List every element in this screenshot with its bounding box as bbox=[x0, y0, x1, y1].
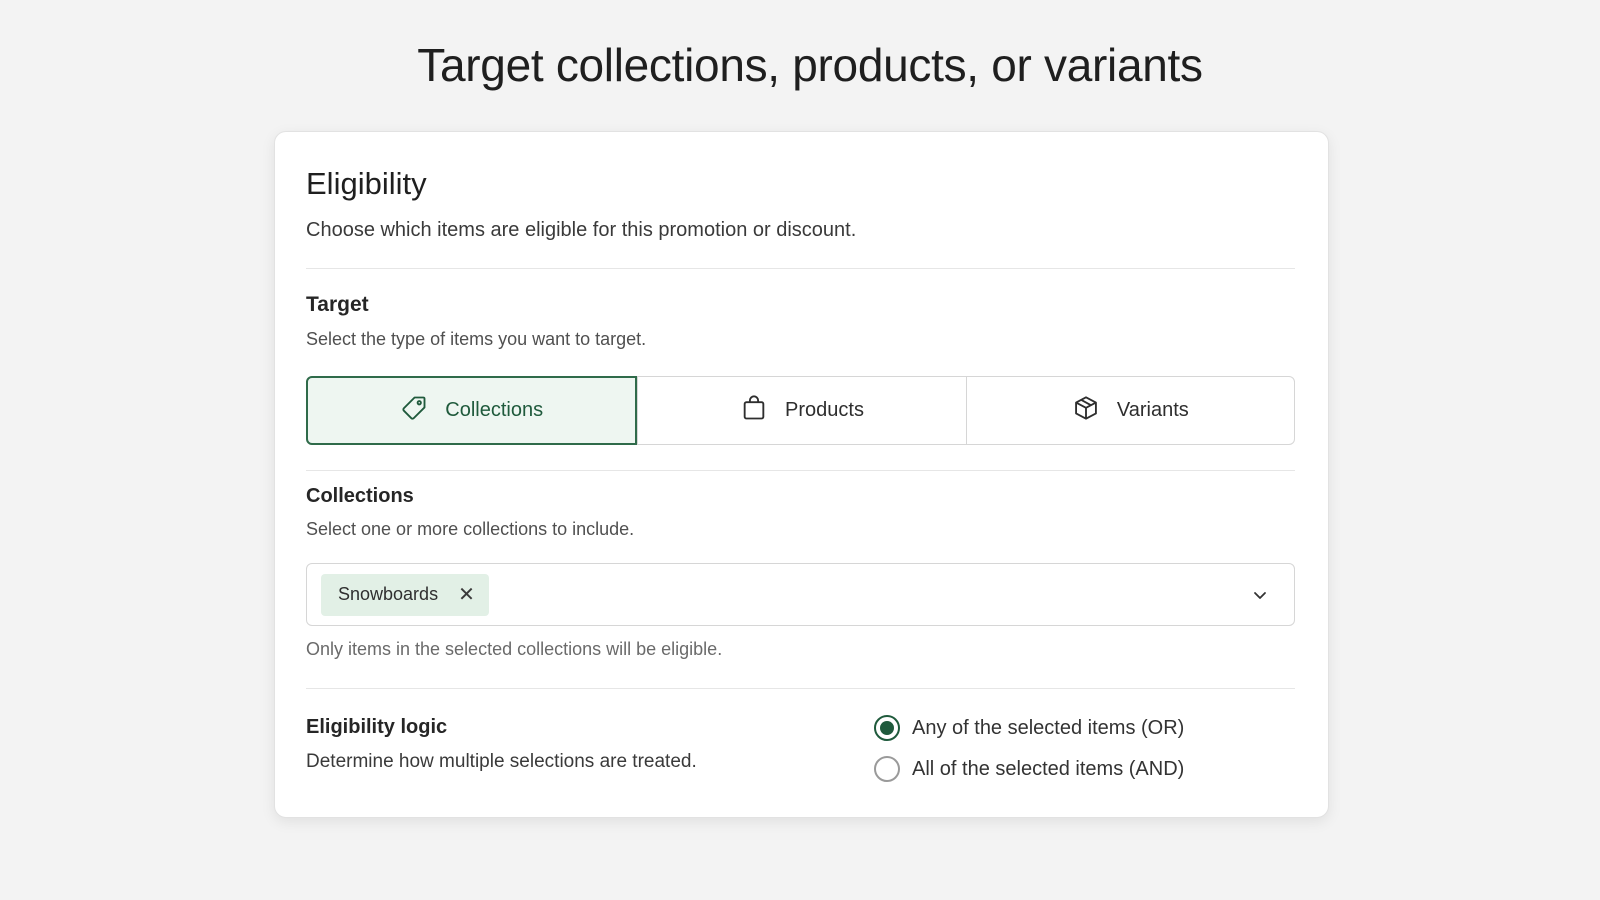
target-option-label: Variants bbox=[1116, 399, 1189, 421]
close-icon[interactable]: ✕ bbox=[458, 585, 475, 605]
divider bbox=[306, 268, 1295, 269]
divider bbox=[306, 470, 1295, 471]
logic-label: Eligibility logic bbox=[306, 716, 448, 738]
chevron-down-icon[interactable] bbox=[1250, 585, 1270, 605]
eligibility-card: Eligibility Choose which items are eligi… bbox=[274, 131, 1329, 818]
radio-button[interactable] bbox=[874, 756, 900, 782]
logic-option-and[interactable]: All of the selected items (AND) bbox=[874, 756, 1184, 782]
target-option-collections[interactable]: Collections bbox=[306, 376, 638, 445]
shopping-bag-icon bbox=[740, 394, 768, 428]
box-icon bbox=[1072, 394, 1100, 428]
logic-option-or[interactable]: Any of the selected items (OR) bbox=[874, 715, 1184, 741]
chip-label: Snowboards bbox=[338, 584, 439, 604]
radio-button[interactable] bbox=[874, 715, 900, 741]
collection-chip: Snowboards ✕ bbox=[321, 573, 489, 616]
tag-icon bbox=[400, 394, 428, 428]
divider bbox=[306, 688, 1295, 689]
page-title: Target collections, products, or variant… bbox=[417, 39, 1203, 91]
radio-label: All of the selected items (AND) bbox=[912, 757, 1185, 780]
eligibility-description: Choose which items are eligible for this… bbox=[306, 219, 857, 241]
logic-radio-group: Any of the selected items (OR) All of th… bbox=[874, 715, 1184, 797]
radio-label: Any of the selected items (OR) bbox=[912, 716, 1185, 739]
target-segmented-control: Collections Products Variants bbox=[306, 376, 1295, 445]
target-option-variants[interactable]: Variants bbox=[965, 377, 1294, 444]
logic-description: Determine how multiple selections are tr… bbox=[306, 751, 697, 772]
eligibility-heading: Eligibility bbox=[306, 166, 427, 201]
target-label: Target bbox=[306, 293, 369, 316]
collections-combobox[interactable]: Snowboards ✕ bbox=[306, 563, 1295, 626]
target-option-label: Products bbox=[785, 399, 864, 421]
collections-helper-text: Only items in the selected collections w… bbox=[306, 639, 723, 659]
collections-description: Select one or more collections to includ… bbox=[306, 519, 635, 539]
collections-label: Collections bbox=[306, 485, 414, 507]
target-description: Select the type of items you want to tar… bbox=[306, 329, 647, 349]
target-option-products[interactable]: Products bbox=[637, 377, 965, 444]
target-option-label: Collections bbox=[445, 399, 544, 421]
